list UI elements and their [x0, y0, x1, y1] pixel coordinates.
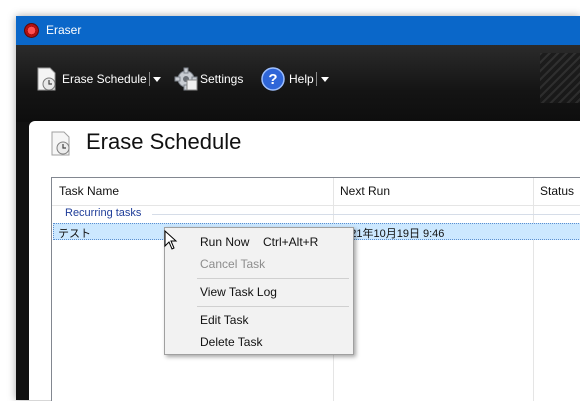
erase-schedule-label: Erase Schedule	[62, 72, 147, 86]
eraser-app-icon[interactable]	[24, 23, 39, 38]
settings-label: Settings	[200, 72, 244, 86]
toolbar-separator	[316, 72, 317, 86]
task-name-cell: テスト	[58, 228, 91, 240]
group-label-recurring: Recurring tasks	[65, 207, 142, 219]
schedule-clock-icon	[37, 67, 56, 91]
help-icon: ?	[261, 67, 285, 91]
menu-item-run-now[interactable]: Run Now	[200, 235, 249, 249]
menu-separator	[197, 306, 349, 307]
help-label: Help	[289, 72, 314, 86]
gear-icon	[174, 67, 198, 91]
run-now-shortcut: Ctrl+Alt+R	[263, 235, 319, 249]
menu-item-edit-task[interactable]: Edit Task	[200, 313, 248, 327]
window-title: Eraser	[46, 23, 82, 37]
schedule-page-icon	[51, 131, 70, 156]
settings-button[interactable]: Settings	[173, 65, 243, 93]
title-bar[interactable]: Eraser	[16, 16, 580, 45]
menu-separator	[197, 278, 349, 279]
page-title: Erase Schedule	[86, 129, 242, 154]
erase-schedule-button[interactable]: Erase Schedule	[34, 65, 147, 93]
help-button[interactable]: ? Help	[260, 65, 314, 93]
toolbar-decoration	[540, 53, 580, 103]
column-divider	[533, 178, 534, 401]
toolbar-separator	[149, 72, 150, 86]
menu-item-cancel-task[interactable]: Cancel Task	[200, 257, 265, 271]
erase-schedule-dropdown-icon[interactable]	[153, 77, 161, 82]
column-header-next-run[interactable]: Next Run	[333, 178, 533, 205]
toolbar: Erase Schedule Settings ? Help	[16, 45, 580, 122]
header-divider	[52, 205, 580, 206]
column-header-task-name[interactable]: Task Name	[52, 178, 333, 205]
menu-item-delete-task[interactable]: Delete Task	[200, 335, 262, 349]
mouse-cursor-icon	[164, 230, 178, 250]
svg-text:?: ?	[268, 71, 277, 88]
context-menu: Run Now Ctrl+Alt+R Cancel Task View Task…	[164, 227, 354, 355]
column-header-status[interactable]: Status	[533, 178, 580, 205]
help-dropdown-icon[interactable]	[321, 77, 329, 82]
group-divider	[152, 214, 580, 215]
menu-item-view-task-log[interactable]: View Task Log	[200, 285, 277, 299]
